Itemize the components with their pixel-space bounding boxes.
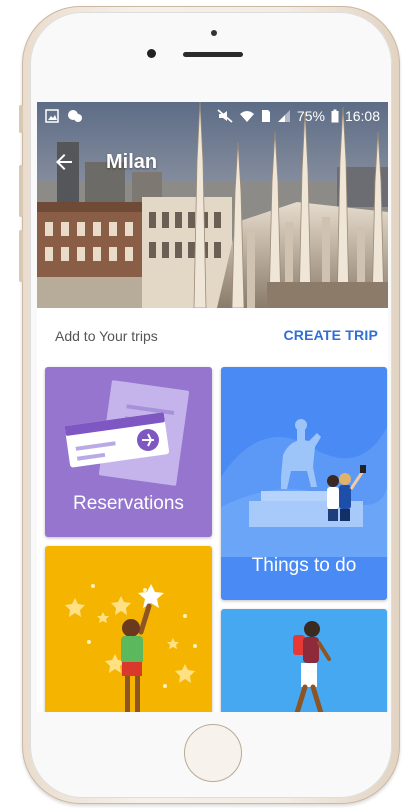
app-bar: Milan bbox=[37, 144, 388, 180]
things-to-do-card[interactable]: Things to do bbox=[221, 367, 387, 600]
card-label: Things to do bbox=[251, 555, 357, 576]
light-blue-activity-card[interactable] bbox=[221, 609, 387, 712]
yellow-activity-card[interactable] bbox=[45, 546, 212, 712]
volume-down-button bbox=[19, 230, 23, 282]
mute-switch bbox=[19, 105, 23, 133]
wifi-icon bbox=[239, 111, 254, 122]
phone-screen: 75% 16:08 Milan Add to Your trips CREATE… bbox=[37, 102, 388, 712]
milan-skyline-illustration bbox=[37, 102, 388, 308]
section-label: Add to Your trips bbox=[55, 328, 158, 344]
city-hero-image: 75% 16:08 Milan bbox=[37, 102, 388, 308]
chat-icon bbox=[68, 110, 82, 122]
battery-icon bbox=[331, 109, 339, 123]
image-icon bbox=[45, 109, 59, 123]
mute-icon bbox=[217, 109, 233, 123]
hiker-illustration bbox=[293, 621, 331, 712]
battery-percentage: 75% bbox=[296, 108, 325, 124]
home-button[interactable] bbox=[184, 724, 242, 782]
page-title: Milan bbox=[106, 150, 158, 173]
reservations-card[interactable]: Reservations bbox=[45, 367, 212, 537]
stars-illustration bbox=[65, 584, 197, 712]
sim-icon bbox=[261, 110, 270, 122]
tickets-illustration bbox=[64, 380, 190, 486]
status-bar: 75% 16:08 bbox=[37, 102, 388, 130]
arrow-left-icon[interactable] bbox=[52, 150, 76, 174]
volume-up-button bbox=[19, 165, 23, 217]
monument-illustration bbox=[221, 419, 387, 557]
proximity-sensor bbox=[211, 30, 217, 36]
clock: 16:08 bbox=[344, 108, 380, 124]
earpiece-speaker bbox=[183, 52, 243, 57]
card-label: Reservations bbox=[73, 493, 184, 514]
signal-icon bbox=[277, 110, 290, 122]
create-trip-button[interactable]: CREATE TRIP bbox=[284, 327, 379, 343]
trips-section-header: Add to Your trips CREATE TRIP bbox=[37, 308, 388, 366]
front-camera bbox=[147, 49, 156, 58]
